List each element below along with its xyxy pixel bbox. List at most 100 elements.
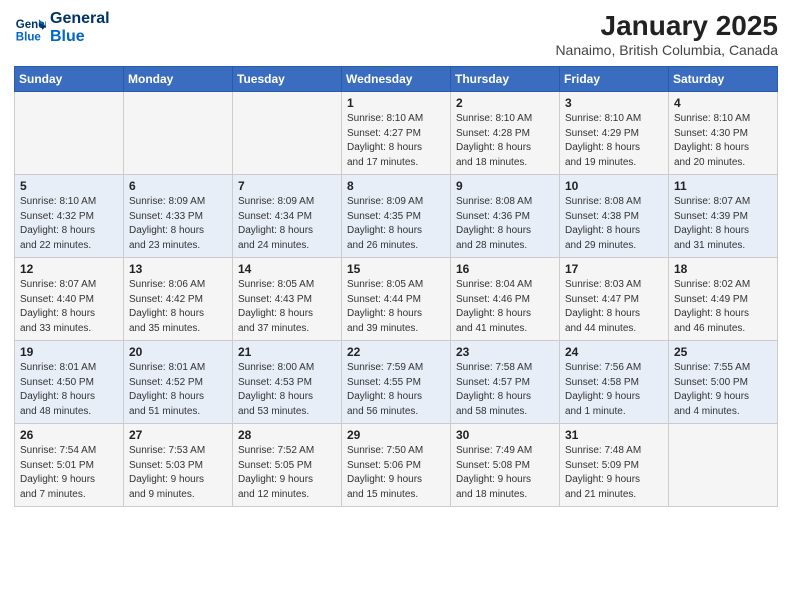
calendar-cell: 29Sunrise: 7:50 AM Sunset: 5:06 PM Dayli… — [342, 424, 451, 507]
day-number: 3 — [565, 96, 663, 110]
day-number: 14 — [238, 262, 336, 276]
day-number: 13 — [129, 262, 227, 276]
logo-line1: General — [50, 10, 110, 28]
day-number: 23 — [456, 345, 554, 359]
day-number: 29 — [347, 428, 445, 442]
day-info: Sunrise: 8:09 AM Sunset: 4:35 PM Dayligh… — [347, 195, 445, 253]
calendar-table: SundayMondayTuesdayWednesdayThursdayFrid… — [14, 66, 778, 507]
day-number: 22 — [347, 345, 445, 359]
calendar-cell: 14 Sunrise: 8:05 AM Sunset: 4:43 PM Dayli… — [233, 258, 342, 341]
calendar-cell: 6 Sunrise: 8:09 AM Sunset: 4:33 PM Daylig… — [124, 175, 233, 258]
calendar-cell: 15Sunrise: 8:05 AM Sunset: 4:44 PM Dayli… — [342, 258, 451, 341]
day-number: 6 — [129, 179, 227, 193]
day-number: 24 — [565, 345, 663, 359]
calendar-cell — [15, 92, 124, 175]
calendar-cell: 5 Sunrise: 8:10 AM Sunset: 4:32 PM Daylig… — [15, 175, 124, 258]
calendar-cell: 16Sunrise: 8:04 AM Sunset: 4:46 PM Dayli… — [451, 258, 560, 341]
day-info: Sunrise: 8:05 AM Sunset: 4:43 PM Dayligh… — [238, 278, 336, 336]
day-info: Sunrise: 8:05 AM Sunset: 4:44 PM Dayligh… — [347, 278, 445, 336]
day-info: Sunrise: 8:01 AM Sunset: 4:52 PM Dayligh… — [129, 361, 227, 419]
day-info: Sunrise: 8:01 AM Sunset: 4:50 PM Dayligh… — [20, 361, 118, 419]
calendar-cell: 22 Sunrise: 7:59 AM Sunset: 4:55 PM Dayli… — [342, 341, 451, 424]
day-info: Sunrise: 7:52 AM Sunset: 5:05 PM Dayligh… — [238, 444, 336, 502]
day-number: 5 — [20, 179, 118, 193]
calendar-cell: 11 Sunrise: 8:07 AM Sunset: 4:39 PM Dayli… — [669, 175, 778, 258]
day-number: 28 — [238, 428, 336, 442]
day-number: 30 — [456, 428, 554, 442]
calendar-cell: 27 Sunrise: 7:53 AM Sunset: 5:03 PM Dayli… — [124, 424, 233, 507]
day-number: 18 — [674, 262, 772, 276]
calendar-cell — [669, 424, 778, 507]
calendar-cell: 3 Sunrise: 8:10 AM Sunset: 4:29 PM Daylig… — [560, 92, 669, 175]
day-info: Sunrise: 7:55 AM Sunset: 5:00 PM Dayligh… — [674, 361, 772, 419]
day-info: Sunrise: 7:49 AM Sunset: 5:08 PM Dayligh… — [456, 444, 554, 502]
day-number: 25 — [674, 345, 772, 359]
weekday-header-monday: Monday — [124, 67, 233, 92]
header: General Blue General Blue January 2025 N… — [14, 10, 778, 58]
day-info: Sunrise: 7:48 AM Sunset: 5:09 PM Dayligh… — [565, 444, 663, 502]
calendar-cell: 8 Sunrise: 8:09 AM Sunset: 4:35 PM Daylig… — [342, 175, 451, 258]
page: General Blue General Blue January 2025 N… — [0, 0, 792, 612]
day-info: Sunrise: 8:09 AM Sunset: 4:33 PM Dayligh… — [129, 195, 227, 253]
calendar-cell: 13Sunrise: 8:06 AM Sunset: 4:42 PM Dayli… — [124, 258, 233, 341]
calendar-cell: 20 Sunrise: 8:01 AM Sunset: 4:52 PM Dayli… — [124, 341, 233, 424]
calendar-cell: 28 Sunrise: 7:52 AM Sunset: 5:05 PM Dayli… — [233, 424, 342, 507]
page-subtitle: Nanaimo, British Columbia, Canada — [555, 42, 778, 58]
day-number: 11 — [674, 179, 772, 193]
day-info: Sunrise: 8:07 AM Sunset: 4:39 PM Dayligh… — [674, 195, 772, 253]
title-block: January 2025 Nanaimo, British Columbia, … — [555, 10, 778, 58]
day-number: 19 — [20, 345, 118, 359]
day-info: Sunrise: 8:03 AM Sunset: 4:47 PM Dayligh… — [565, 278, 663, 336]
calendar-cell: 18Sunrise: 8:02 AM Sunset: 4:49 PM Dayli… — [669, 258, 778, 341]
calendar-cell: 2 Sunrise: 8:10 AM Sunset: 4:28 PM Daylig… — [451, 92, 560, 175]
day-number: 17 — [565, 262, 663, 276]
calendar-cell: 9 Sunrise: 8:08 AM Sunset: 4:36 PM Daylig… — [451, 175, 560, 258]
day-info: Sunrise: 8:08 AM Sunset: 4:36 PM Dayligh… — [456, 195, 554, 253]
day-info: Sunrise: 7:53 AM Sunset: 5:03 PM Dayligh… — [129, 444, 227, 502]
calendar-week-2: 5 Sunrise: 8:10 AM Sunset: 4:32 PM Daylig… — [15, 175, 778, 258]
logo: General Blue General Blue — [14, 10, 110, 45]
day-info: Sunrise: 8:09 AM Sunset: 4:34 PM Dayligh… — [238, 195, 336, 253]
calendar-cell: 12Sunrise: 8:07 AM Sunset: 4:40 PM Dayli… — [15, 258, 124, 341]
calendar-cell: 1Sunrise: 8:10 AM Sunset: 4:27 PM Daylig… — [342, 92, 451, 175]
day-number: 9 — [456, 179, 554, 193]
day-info: Sunrise: 8:07 AM Sunset: 4:40 PM Dayligh… — [20, 278, 118, 336]
day-info: Sunrise: 7:58 AM Sunset: 4:57 PM Dayligh… — [456, 361, 554, 419]
weekday-header-row: SundayMondayTuesdayWednesdayThursdayFrid… — [15, 67, 778, 92]
weekday-header-tuesday: Tuesday — [233, 67, 342, 92]
logo-line2: Blue — [50, 28, 110, 46]
day-info: Sunrise: 8:04 AM Sunset: 4:46 PM Dayligh… — [456, 278, 554, 336]
calendar-week-5: 26Sunrise: 7:54 AM Sunset: 5:01 PM Dayli… — [15, 424, 778, 507]
day-info: Sunrise: 8:10 AM Sunset: 4:27 PM Dayligh… — [347, 112, 445, 170]
day-info: Sunrise: 8:10 AM Sunset: 4:29 PM Dayligh… — [565, 112, 663, 170]
day-number: 21 — [238, 345, 336, 359]
calendar-cell: 31 Sunrise: 7:48 AM Sunset: 5:09 PM Dayli… — [560, 424, 669, 507]
day-number: 8 — [347, 179, 445, 193]
day-number: 27 — [129, 428, 227, 442]
svg-text:Blue: Blue — [16, 31, 42, 43]
calendar-cell: 10 Sunrise: 8:08 AM Sunset: 4:38 PM Dayli… — [560, 175, 669, 258]
logo-icon: General Blue — [14, 12, 46, 44]
calendar-cell: 24Sunrise: 7:56 AM Sunset: 4:58 PM Dayli… — [560, 341, 669, 424]
calendar-week-1: 1Sunrise: 8:10 AM Sunset: 4:27 PM Daylig… — [15, 92, 778, 175]
calendar-cell: 19 Sunrise: 8:01 AM Sunset: 4:50 PM Dayli… — [15, 341, 124, 424]
day-info: Sunrise: 8:10 AM Sunset: 4:28 PM Dayligh… — [456, 112, 554, 170]
calendar-week-3: 12Sunrise: 8:07 AM Sunset: 4:40 PM Dayli… — [15, 258, 778, 341]
day-number: 31 — [565, 428, 663, 442]
calendar-cell: 7Sunrise: 8:09 AM Sunset: 4:34 PM Daylig… — [233, 175, 342, 258]
day-info: Sunrise: 8:08 AM Sunset: 4:38 PM Dayligh… — [565, 195, 663, 253]
weekday-header-sunday: Sunday — [15, 67, 124, 92]
day-number: 20 — [129, 345, 227, 359]
calendar-cell: 30 Sunrise: 7:49 AM Sunset: 5:08 PM Dayli… — [451, 424, 560, 507]
day-info: Sunrise: 8:00 AM Sunset: 4:53 PM Dayligh… — [238, 361, 336, 419]
day-info: Sunrise: 8:10 AM Sunset: 4:30 PM Dayligh… — [674, 112, 772, 170]
day-info: Sunrise: 7:59 AM Sunset: 4:55 PM Dayligh… — [347, 361, 445, 419]
day-number: 4 — [674, 96, 772, 110]
weekday-header-saturday: Saturday — [669, 67, 778, 92]
weekday-header-thursday: Thursday — [451, 67, 560, 92]
day-info: Sunrise: 8:10 AM Sunset: 4:32 PM Dayligh… — [20, 195, 118, 253]
calendar-cell: 23 Sunrise: 7:58 AM Sunset: 4:57 PM Dayli… — [451, 341, 560, 424]
day-number: 10 — [565, 179, 663, 193]
day-number: 2 — [456, 96, 554, 110]
calendar-cell: 26Sunrise: 7:54 AM Sunset: 5:01 PM Dayli… — [15, 424, 124, 507]
